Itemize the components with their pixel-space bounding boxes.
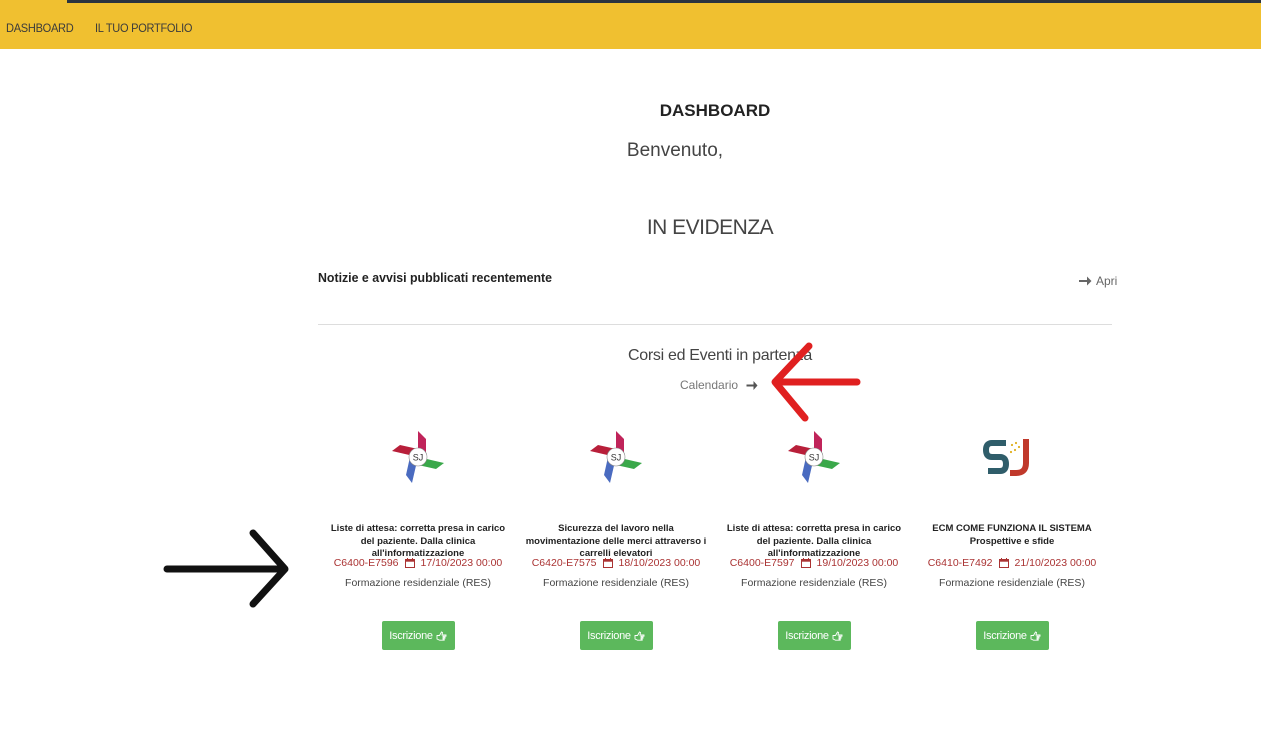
enroll-button[interactable]: Iscrizione — [777, 621, 851, 650]
top-nav-bar: DASHBOARD IL TUO PORTFOLIO — [0, 0, 1261, 49]
course-title: ECM COME FUNZIONA IL SISTEMA Prospettive… — [932, 523, 1092, 547]
calendar-icon — [998, 558, 1009, 568]
enroll-button[interactable]: Iscrizione — [975, 621, 1049, 650]
page-title: DASHBOARD — [659, 101, 771, 120]
enroll-button-label: Iscrizione — [785, 629, 829, 642]
open-news-link[interactable]: Apri — [1078, 274, 1117, 288]
nav-item-portfolio[interactable]: IL TUO PORTFOLIO — [95, 21, 192, 35]
course-card: SJ Liste di attesa: corretta presa in ca… — [318, 427, 518, 650]
black-arrow-annotation-icon — [163, 529, 289, 608]
news-section-title: Notizie e avvisi pubblicati recentemente — [318, 270, 553, 285]
calendar-link[interactable]: Calendario — [680, 378, 758, 392]
course-type: Formazione residenziale (RES) — [543, 577, 689, 589]
course-card: ECM COME FUNZIONA IL SISTEMA Prospettive… — [912, 427, 1112, 650]
course-code: C6400-E7597 — [729, 557, 795, 569]
enroll-button-label: Iscrizione — [983, 629, 1027, 642]
hand-point-right-icon — [634, 631, 645, 641]
calendar-icon — [404, 558, 415, 568]
hand-point-right-icon — [832, 631, 843, 641]
sj-logo-icon — [982, 439, 1029, 476]
calendar-link-label: Calendario — [680, 378, 739, 392]
course-code: C6420-E7575 — [531, 557, 597, 569]
course-title: Liste di attesa: corretta presa in caric… — [726, 523, 902, 559]
course-code: C6410-E7492 — [927, 557, 993, 569]
course-date: 21/10/2023 00:00 — [1014, 557, 1097, 569]
svg-text:SJ: SJ — [611, 453, 622, 463]
enroll-button[interactable]: Iscrizione — [381, 621, 455, 650]
calendar-icon — [602, 558, 613, 568]
section-divider — [318, 324, 1112, 325]
active-tab-indicator — [0, 0, 67, 3]
hand-point-right-icon — [1030, 631, 1041, 641]
enroll-button[interactable]: Iscrizione — [579, 621, 653, 650]
hand-point-right-icon — [436, 631, 447, 641]
open-news-label: Apri — [1096, 274, 1118, 288]
course-type: Formazione residenziale (RES) — [939, 577, 1085, 589]
svg-text:SJ: SJ — [809, 453, 820, 463]
course-card: SJ Sicurezza del lavoro nella movimentaz… — [516, 427, 716, 650]
course-code: C6400-E7596 — [333, 557, 399, 569]
calendar-icon — [800, 558, 811, 568]
course-date: 19/10/2023 00:00 — [816, 557, 899, 569]
svg-text:SJ: SJ — [413, 453, 424, 463]
course-date: 18/10/2023 00:00 — [618, 557, 701, 569]
course-date: 17/10/2023 00:00 — [420, 557, 503, 569]
course-type: Formazione residenziale (RES) — [345, 577, 491, 589]
arrow-right-icon — [746, 380, 758, 390]
pinwheel-logo-icon: SJ — [788, 431, 840, 483]
red-arrow-annotation-icon — [771, 342, 861, 422]
course-meta: C6410-E7492 21/10/2023 00:00 — [912, 557, 1112, 569]
highlight-heading: IN EVIDENZA — [646, 216, 774, 239]
course-title: Sicurezza del lavoro nella movimentazion… — [525, 523, 707, 559]
arrow-right-icon — [1079, 276, 1092, 286]
pinwheel-logo-icon: SJ — [392, 431, 444, 483]
pinwheel-logo-icon: SJ — [590, 431, 642, 483]
welcome-text: Benvenuto, — [626, 140, 724, 161]
course-card: SJ Liste di attesa: corretta presa in ca… — [714, 427, 914, 650]
enroll-button-label: Iscrizione — [389, 629, 433, 642]
course-type: Formazione residenziale (RES) — [741, 577, 887, 589]
course-title: Liste di attesa: corretta presa in caric… — [330, 523, 506, 559]
nav-item-dashboard[interactable]: DASHBOARD — [6, 21, 74, 35]
enroll-button-label: Iscrizione — [587, 629, 631, 642]
